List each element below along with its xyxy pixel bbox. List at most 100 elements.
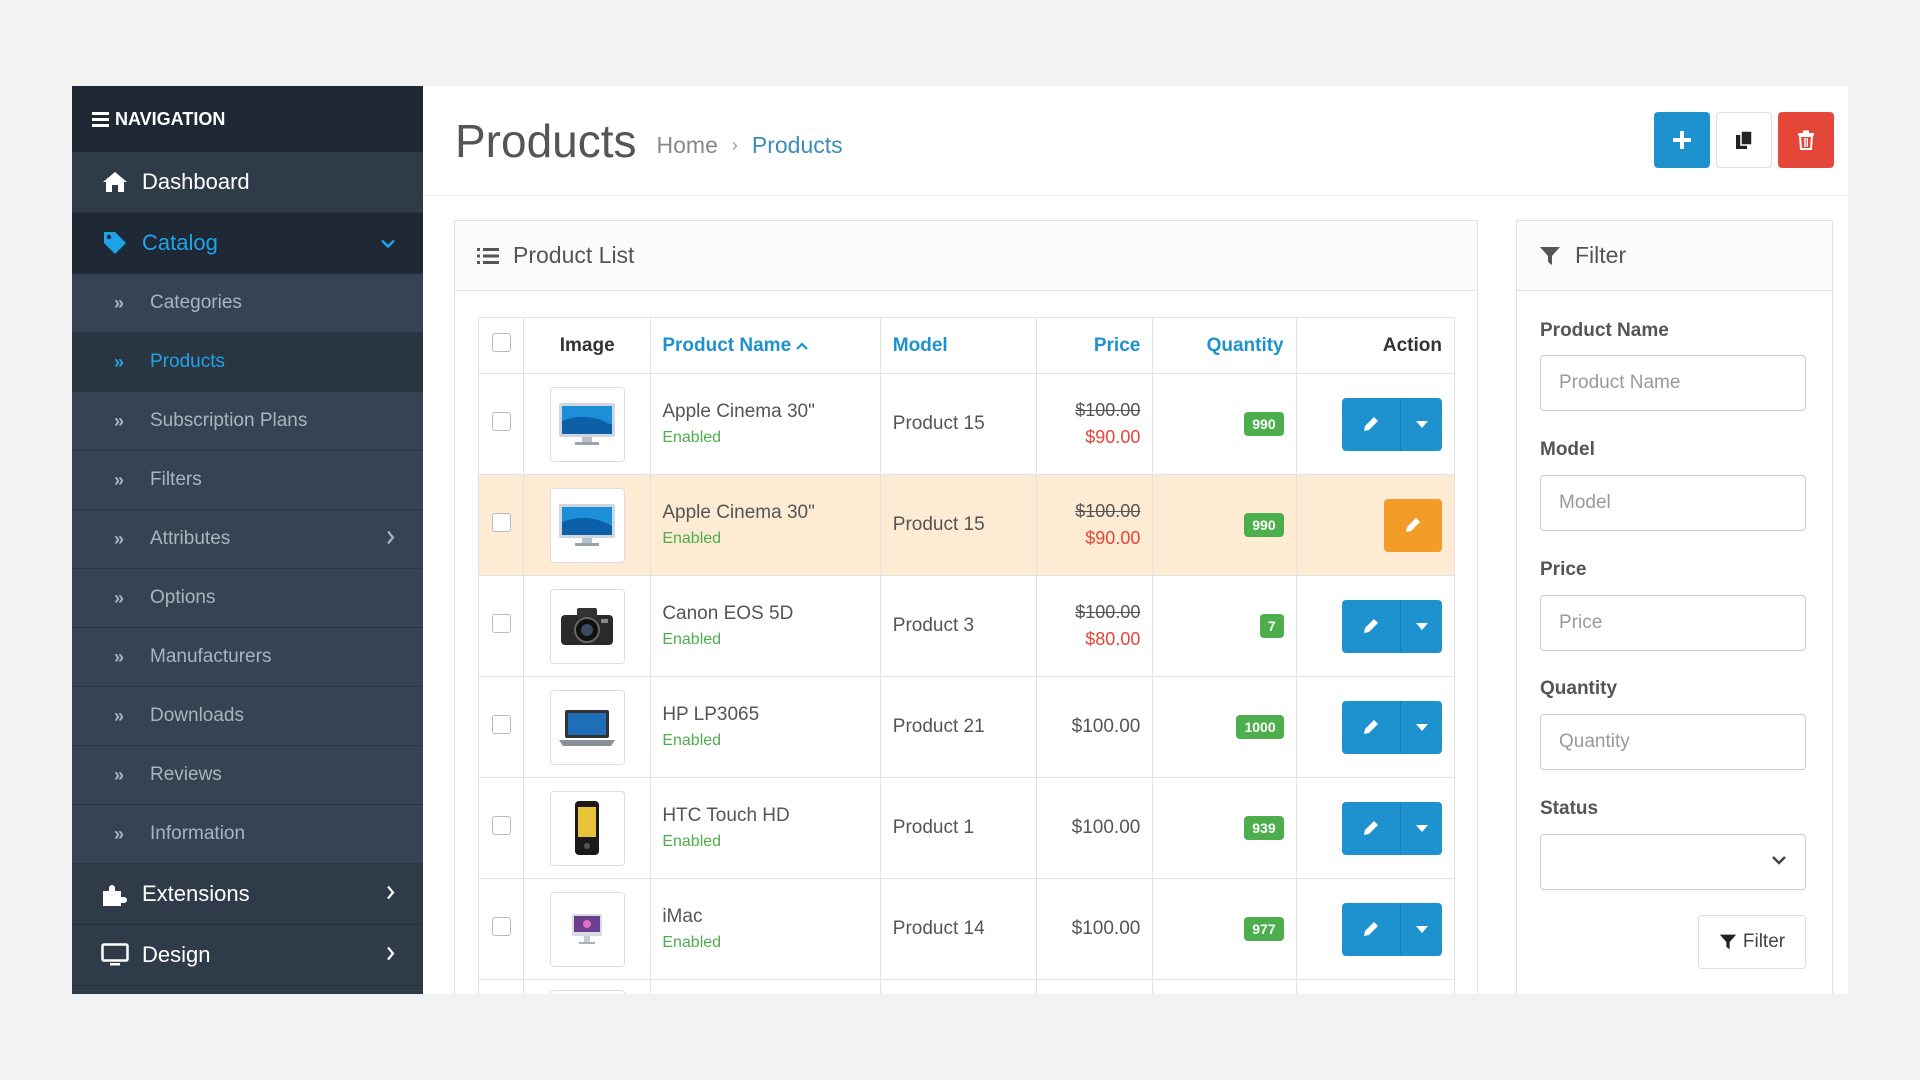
- double-chevron-right-icon: »: [114, 646, 125, 667]
- price: $100.00: [1071, 918, 1141, 939]
- product-thumbnail[interactable]: [549, 588, 625, 664]
- action-dropdown-button[interactable]: [1400, 599, 1442, 653]
- row-checkbox[interactable]: [491, 512, 511, 532]
- add-new-button[interactable]: [1654, 112, 1710, 168]
- breadcrumb-home[interactable]: Home: [657, 132, 718, 159]
- delete-button[interactable]: [1778, 112, 1834, 168]
- name-cell: iMac Enabled: [650, 878, 881, 980]
- sub-label: Options: [150, 587, 216, 608]
- chevron-down-icon: [1771, 853, 1787, 871]
- copy-button[interactable]: [1716, 112, 1772, 168]
- price-cell: $100.00 $80.00: [1036, 575, 1154, 677]
- price-label: Price: [1540, 559, 1587, 580]
- col-model[interactable]: Model: [879, 317, 1038, 374]
- row-checkbox[interactable]: [491, 916, 511, 936]
- pencil-icon: [1364, 417, 1378, 431]
- row-checkbox[interactable]: [491, 815, 511, 835]
- chevron-down-icon: [381, 232, 395, 255]
- col-product-name[interactable]: Product Name: [650, 317, 881, 374]
- sidebar-sub-manufacturers[interactable]: » Manufacturers: [72, 628, 423, 687]
- quantity-badge: 990: [1244, 513, 1284, 537]
- product-thumbnail[interactable]: [549, 689, 625, 765]
- action-dropdown-button[interactable]: [1400, 801, 1442, 855]
- product-status: Enabled: [662, 833, 722, 850]
- double-chevron-right-icon: »: [114, 351, 125, 372]
- edit-button[interactable]: [1342, 700, 1400, 754]
- product-thumbnail[interactable]: [549, 989, 625, 994]
- price-input[interactable]: [1540, 595, 1806, 651]
- model-input[interactable]: [1540, 475, 1806, 531]
- name-cell: Apple Cinema 30" Enabled: [650, 474, 881, 576]
- filter-button[interactable]: Filter: [1698, 915, 1806, 969]
- action-dropdown-button[interactable]: [1400, 397, 1442, 451]
- model-cell: Product 15: [879, 373, 1038, 475]
- double-chevron-right-icon: »: [114, 823, 125, 844]
- sidebar-item-design[interactable]: Design: [72, 925, 423, 986]
- product-thumbnail[interactable]: [549, 487, 625, 563]
- edit-button[interactable]: [1342, 397, 1400, 451]
- edit-button[interactable]: [1384, 498, 1442, 552]
- status-select[interactable]: [1540, 834, 1806, 890]
- edit-button[interactable]: [1342, 599, 1400, 653]
- quantity-badge: 1000: [1236, 715, 1284, 739]
- model-cell: [879, 979, 1038, 994]
- row-check-cell: [477, 575, 525, 677]
- edit-button[interactable]: [1342, 902, 1400, 956]
- breadcrumb-separator-icon: ›: [731, 135, 738, 155]
- row-checkbox[interactable]: [491, 714, 511, 734]
- col-quantity[interactable]: Quantity: [1152, 317, 1297, 374]
- filter-title: Filter: [1575, 242, 1627, 268]
- action-group: [1342, 397, 1442, 451]
- quantity-badge: 939: [1244, 816, 1284, 840]
- filter-heading: Filter: [1517, 221, 1832, 291]
- sub-label: Manufacturers: [150, 646, 272, 667]
- sidebar-sub-information[interactable]: » Information: [72, 805, 423, 864]
- sub-label: Information: [150, 823, 246, 844]
- special-price: $90.00: [1085, 427, 1141, 447]
- sidebar-sub-options[interactable]: » Options: [72, 569, 423, 628]
- special-price: $80.00: [1085, 629, 1141, 649]
- sidebar-sub-categories[interactable]: » Categories: [72, 274, 423, 333]
- action-dropdown-button[interactable]: [1400, 700, 1442, 754]
- sidebar-sub-products[interactable]: » Products: [72, 333, 423, 392]
- sidebar-sub-subscription-plans[interactable]: » Subscription Plans: [72, 392, 423, 451]
- sidebar-sub-reviews[interactable]: » Reviews: [72, 746, 423, 805]
- sidebar-item-dashboard[interactable]: Dashboard: [72, 152, 423, 213]
- sidebar-item-extensions[interactable]: Extensions: [72, 864, 423, 925]
- col-price[interactable]: Price: [1036, 317, 1154, 374]
- quantity-label: Quantity: [1540, 678, 1618, 699]
- sidebar-sub-downloads[interactable]: » Downloads: [72, 687, 423, 746]
- row-checkbox[interactable]: [491, 613, 511, 633]
- breadcrumb-products[interactable]: Products: [752, 132, 843, 159]
- sidebar-sub-attributes[interactable]: » Attributes: [72, 510, 423, 569]
- action-group: [1384, 498, 1442, 552]
- add-icon: [1673, 131, 1691, 149]
- table-row: HP LP3065 Enabled Product 21 $100.00 1000: [477, 676, 1456, 778]
- quantity-input[interactable]: [1540, 714, 1806, 770]
- product-name: HP LP3065: [662, 704, 760, 725]
- sidebar-item-catalog[interactable]: Catalog: [72, 213, 423, 274]
- product-list-title: Product List: [513, 242, 635, 268]
- action-cell: [1295, 777, 1456, 879]
- camera-icon: [561, 608, 614, 645]
- product-thumbnail[interactable]: [549, 386, 625, 462]
- pencil-icon: [1364, 720, 1378, 734]
- product-status: Enabled: [662, 934, 722, 951]
- chevron-right-icon: [386, 529, 395, 550]
- edit-button[interactable]: [1342, 801, 1400, 855]
- table-row: HTC Touch HD Enabled Product 1 $100.00 93…: [477, 777, 1456, 879]
- price-cell: $100.00 $90.00: [1036, 373, 1154, 475]
- row-checkbox[interactable]: [491, 411, 511, 431]
- product-thumbnail[interactable]: [549, 790, 625, 866]
- select-all-checkbox[interactable]: [491, 333, 511, 352]
- product-status: Enabled: [662, 429, 722, 446]
- quantity-cell: 990: [1152, 474, 1297, 576]
- sub-label: Attributes: [150, 528, 231, 549]
- product-name-input[interactable]: [1540, 355, 1806, 411]
- sidebar-sub-filters[interactable]: » Filters: [72, 451, 423, 510]
- model-cell: Product 21: [879, 676, 1038, 778]
- nav-header[interactable]: NAVIGATION: [72, 86, 423, 152]
- image-cell: [523, 373, 652, 475]
- action-dropdown-button[interactable]: [1400, 902, 1442, 956]
- product-thumbnail[interactable]: [549, 891, 625, 967]
